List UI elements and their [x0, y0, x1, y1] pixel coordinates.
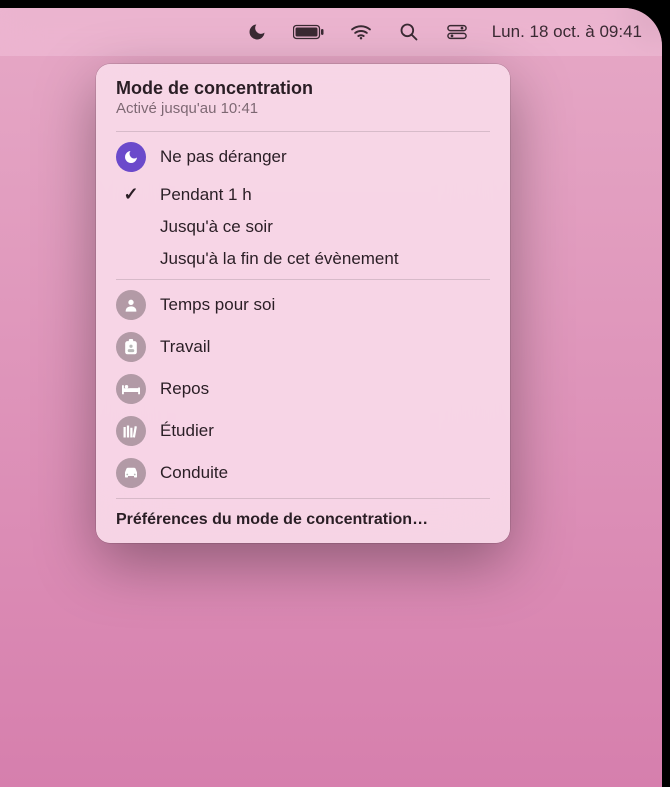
moon-icon [116, 142, 146, 172]
person-icon [116, 290, 146, 320]
spotlight-icon[interactable] [396, 19, 422, 45]
menubar-datetime[interactable]: Lun. 18 oct. à 09:41 [492, 22, 642, 42]
mode-label: Temps pour soi [160, 295, 275, 315]
focus-mode-personal[interactable]: Temps pour soi [96, 284, 510, 326]
mode-label: Étudier [160, 421, 214, 441]
focus-preferences-link[interactable]: Préférences du mode de concentration… [96, 503, 510, 533]
control-center-icon[interactable] [444, 19, 470, 45]
books-icon [116, 416, 146, 446]
mode-label: Conduite [160, 463, 228, 483]
battery-icon[interactable] [292, 19, 326, 45]
focus-mode-driving[interactable]: Conduite [96, 452, 510, 494]
dnd-label: Ne pas déranger [160, 147, 287, 167]
dropdown-subtitle: Activé jusqu'au 10:41 [116, 100, 490, 117]
dropdown-title: Mode de concentration [116, 78, 490, 99]
mode-label: Repos [160, 379, 209, 399]
bed-icon [116, 374, 146, 404]
badge-icon [116, 332, 146, 362]
duration-label: Jusqu'à ce soir [160, 217, 273, 237]
duration-option-1h[interactable]: ✓ Pendant 1 h [96, 178, 510, 211]
separator [116, 131, 490, 132]
focus-menubar-icon[interactable] [244, 19, 270, 45]
duration-label: Pendant 1 h [160, 185, 252, 205]
wifi-icon[interactable] [348, 19, 374, 45]
car-icon [116, 458, 146, 488]
separator [116, 279, 490, 280]
focus-mode-dnd[interactable]: Ne pas déranger [96, 136, 510, 178]
duration-option-event-end[interactable]: Jusqu'à la fin de cet évènement [96, 243, 510, 275]
mode-label: Travail [160, 337, 210, 357]
menubar: Lun. 18 oct. à 09:41 [0, 8, 662, 56]
focus-mode-sleep[interactable]: Repos [96, 368, 510, 410]
focus-mode-study[interactable]: Étudier [96, 410, 510, 452]
duration-option-evening[interactable]: Jusqu'à ce soir [96, 211, 510, 243]
focus-dropdown: Mode de concentration Activé jusqu'au 10… [96, 64, 510, 543]
duration-label: Jusqu'à la fin de cet évènement [160, 249, 399, 269]
checkmark-icon: ✓ [116, 184, 146, 205]
separator [116, 498, 490, 499]
focus-mode-work[interactable]: Travail [96, 326, 510, 368]
